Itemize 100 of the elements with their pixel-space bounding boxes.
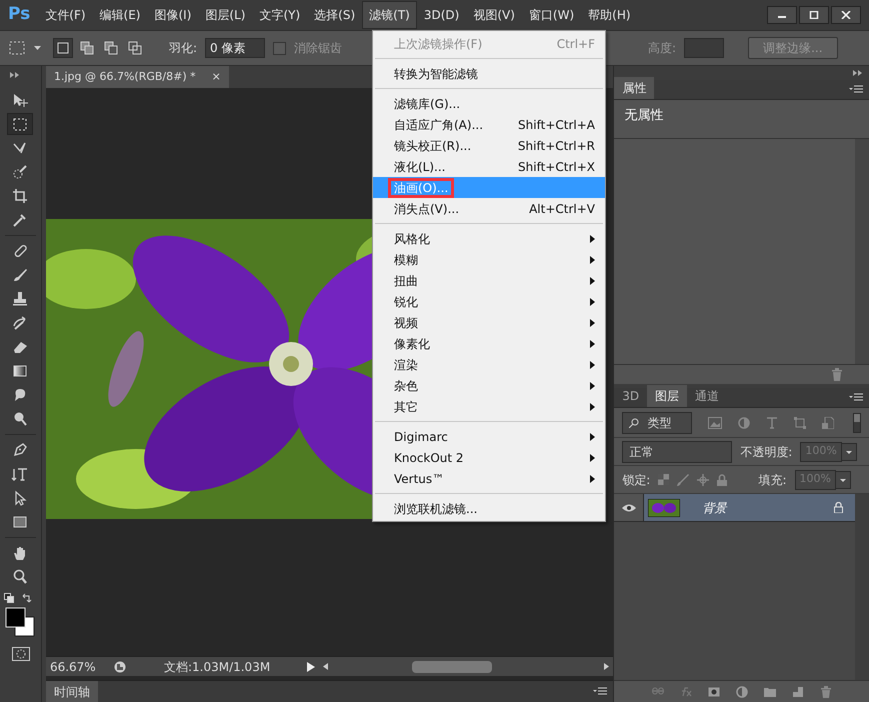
scrollbar-track[interactable] [855, 138, 869, 364]
opacity-label: 不透明度: [740, 444, 792, 460]
filter-kind-select[interactable]: 类型 [622, 412, 692, 434]
layer-thumbnail [648, 498, 680, 516]
document-title: 1.jpg @ 66.7%(RGB/8#) * [54, 68, 196, 84]
shortcut-label: Shift+Ctrl+X [518, 158, 595, 176]
menu-entry[interactable]: 其它 [373, 396, 605, 417]
submenu-arrow-icon [590, 474, 595, 482]
menu-entry[interactable]: 转换为智能滤镜 [373, 63, 605, 84]
panel-menu-icon[interactable] [849, 393, 863, 402]
menu-entry[interactable]: 视频 [373, 312, 605, 333]
submenu-arrow-icon [590, 298, 595, 306]
menu-entry[interactable]: 风格化 [373, 228, 605, 249]
pen-icon [11, 441, 30, 459]
height-label: 高度: [648, 40, 676, 57]
blend-mode-select[interactable]: 正常 [622, 440, 732, 462]
submenu-arrow-icon [590, 360, 595, 368]
close-button[interactable] [831, 6, 861, 24]
feather-label: 羽化: [169, 40, 198, 57]
adjustment-icon[interactable] [736, 686, 748, 698]
submenu-arrow-icon [590, 382, 595, 390]
tab-close[interactable]: × [212, 68, 221, 85]
menu-entry[interactable]: 杂色 [373, 375, 605, 396]
submenu-arrow-icon [590, 402, 595, 410]
menu-item[interactable]: 编辑(E) [92, 1, 148, 29]
status-icon[interactable] [114, 660, 126, 672]
menu-entry[interactable]: 锐化 [373, 291, 605, 312]
panel-menu-icon[interactable] [593, 687, 608, 696]
menu-entry[interactable]: 液化(L)... Shift+Ctrl+X [373, 156, 605, 177]
menu-item[interactable]: 帮助(H) [581, 1, 638, 29]
eye-icon[interactable] [622, 504, 636, 512]
menu-item[interactable]: 文件(F) [38, 1, 93, 29]
collapse-icon[interactable] [10, 72, 20, 78]
properties-message: 无属性 [614, 100, 869, 138]
brush-icon [11, 266, 30, 284]
shortcut-label: Ctrl+F [556, 36, 595, 52]
swap-colors-icon[interactable] [22, 593, 32, 603]
panel-tab[interactable]: 通道 [687, 385, 728, 407]
scroll-left-icon[interactable] [322, 663, 328, 670]
marquee-tool-icon[interactable] [8, 40, 26, 56]
collapse-icon[interactable] [853, 70, 863, 76]
submenu-arrow-icon [590, 256, 595, 264]
shortcut-label: Shift+Ctrl+A [518, 116, 595, 134]
properties-tab[interactable]: 属性 [614, 77, 654, 99]
menu-item[interactable]: 文字(Y) [252, 1, 308, 29]
tool-button[interactable] [7, 113, 34, 135]
submenu-arrow-icon [590, 454, 595, 462]
minimize-button[interactable] [767, 6, 797, 24]
scrollbar-track[interactable] [855, 494, 869, 680]
panel-tab[interactable]: 图层 [647, 385, 688, 407]
submenu-arrow-icon [590, 340, 595, 348]
dropdown-caret-icon[interactable] [835, 470, 851, 488]
new-layer-icon[interactable] [792, 686, 804, 698]
menu-item[interactable]: 窗口(W) [522, 1, 582, 29]
layer-row[interactable]: 背景 [614, 494, 855, 522]
menu-entry[interactable]: 渲染 [373, 354, 605, 375]
menu-entry[interactable]: 滤镜库(G)... [373, 93, 605, 114]
menu-entry[interactable]: 自适应广角(A)... Shift+Ctrl+A [373, 114, 605, 135]
folder-icon[interactable] [764, 686, 776, 698]
panel-tab[interactable]: 3D [614, 385, 648, 407]
dropdown-caret-icon[interactable] [840, 442, 857, 460]
menu-item[interactable]: 选择(S) [307, 1, 362, 29]
selection-mode-button[interactable] [53, 38, 73, 58]
menu-entry[interactable]: 扭曲 [373, 270, 605, 291]
menu-item[interactable]: 滤镜(T) [362, 1, 417, 29]
app-logo: Ps [7, 3, 32, 26]
document-tab[interactable]: 1.jpg @ 66.7%(RGB/8#) * × [46, 66, 229, 88]
menu-entry[interactable]: 像素化 [373, 333, 605, 354]
play-arrow-icon[interactable] [306, 662, 315, 672]
menu-item[interactable]: 3D(D) [416, 1, 466, 29]
menu-entry[interactable]: 模糊 [373, 249, 605, 270]
menu-entry[interactable]: Vertus™ [373, 468, 605, 489]
mask-icon[interactable] [708, 686, 720, 698]
scrollbar-thumb[interactable] [412, 660, 492, 672]
submenu-arrow-icon [590, 276, 595, 284]
submenu-arrow-icon [590, 432, 595, 440]
shortcut-label: Shift+Ctrl+R [518, 138, 595, 154]
menu-entry[interactable]: 浏览联机滤镜... [373, 498, 605, 519]
scroll-right-icon[interactable] [604, 663, 610, 670]
filter-toggle-icon[interactable] [853, 412, 861, 432]
selection-mode-icon [127, 40, 143, 56]
menu-entry[interactable]: 镜头校正(R)... Shift+Ctrl+R [373, 135, 605, 156]
menu-entry[interactable]: Digimarc [373, 426, 605, 447]
default-colors-icon[interactable] [4, 593, 14, 603]
menu-entry[interactable]: 消失点(V)... Alt+Ctrl+V [373, 198, 605, 219]
feather-field[interactable]: 0 像素 [205, 38, 266, 58]
zoom-level[interactable]: 66.67% [50, 658, 106, 676]
quick-mask-icon[interactable] [12, 647, 30, 661]
menu-entry[interactable]: KnockOut 2 [373, 447, 605, 468]
color-swatches-icon[interactable] [5, 607, 35, 637]
maximize-button[interactable] [799, 6, 829, 24]
document-size-info: 文档:1.03M/1.03M [164, 658, 272, 676]
submenu-arrow-icon [590, 234, 595, 242]
caret-icon[interactable] [34, 46, 41, 50]
timeline-tab[interactable]: 时间轴 [46, 680, 98, 702]
menu-item[interactable]: 视图(V) [466, 1, 522, 29]
height-field[interactable] [684, 38, 724, 58]
menu-item[interactable]: 图像(I) [148, 1, 198, 29]
menu-item[interactable]: 图层(L) [198, 1, 252, 29]
panel-menu-icon[interactable] [849, 85, 863, 94]
